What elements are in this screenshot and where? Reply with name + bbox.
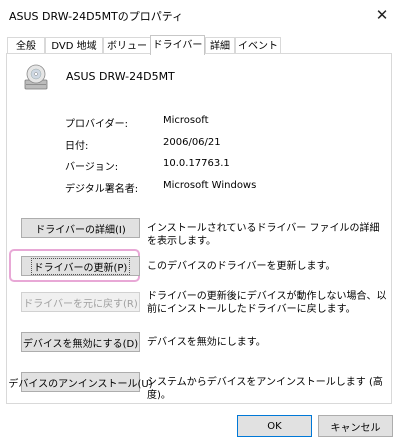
title-bar: ASUS DRW-24D5MTのプロパティ ✕ xyxy=(0,0,400,30)
date-label: 日付: xyxy=(65,141,89,152)
cancel-button[interactable]: キャンセル xyxy=(318,415,393,437)
disable-device-button[interactable]: デバイスを無効にする(D) xyxy=(21,332,140,352)
tab-volume[interactable]: ボリューム xyxy=(103,37,151,69)
tab-events[interactable]: イベント xyxy=(235,37,281,54)
update-driver-description: このデバイスのドライバーを更新します。 xyxy=(147,261,336,272)
tab-details[interactable]: 詳細 xyxy=(205,37,235,54)
ok-button[interactable]: OK xyxy=(237,415,312,437)
signer-value: Microsoft Windows xyxy=(163,180,257,191)
update-driver-button[interactable]: ドライバーの更新(P) xyxy=(21,256,140,276)
device-name: ASUS DRW-24D5MT xyxy=(66,70,175,83)
uninstall-device-button[interactable]: デバイスのアンインストール(U) xyxy=(8,372,153,392)
rollback-driver-description: ドライバーの更新後にデバイスが動作しない場合、以前にインストールしたドライバーに… xyxy=(147,291,387,315)
signer-label: デジタル署名者: xyxy=(65,184,139,195)
close-icon: ✕ xyxy=(375,6,389,24)
tab-dvd-region[interactable]: DVD 地域 xyxy=(45,37,103,54)
disable-device-description: デバイスを無効にします。 xyxy=(147,337,266,348)
tab-general[interactable]: 全般 xyxy=(7,37,45,54)
uninstall-device-description: システムからデバイスをアンインストールします (高度)。 xyxy=(147,377,383,401)
driver-details-description: インストールされているドライバー ファイルの詳細を表示します。 xyxy=(147,223,380,247)
driver-details-button[interactable]: ドライバーの詳細(I) xyxy=(21,218,140,238)
tab-driver[interactable]: ドライバー xyxy=(150,35,205,55)
provider-label: プロバイダー: xyxy=(65,119,128,130)
version-label: バージョン: xyxy=(65,162,119,173)
provider-value: Microsoft xyxy=(163,115,209,126)
close-button[interactable]: ✕ xyxy=(370,4,394,26)
optical-drive-icon xyxy=(24,64,48,90)
window-title: ASUS DRW-24D5MTのプロパティ xyxy=(9,10,184,23)
rollback-driver-button: ドライバーを元に戻す(R) xyxy=(21,292,140,312)
version-value: 10.0.17763.1 xyxy=(163,158,230,169)
date-value: 2006/06/21 xyxy=(163,137,221,148)
